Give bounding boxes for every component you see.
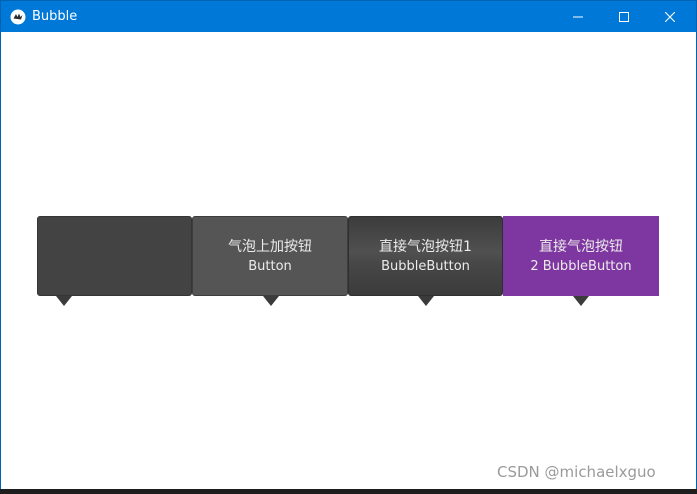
close-icon [665, 11, 675, 22]
bubble-3-arrow [418, 296, 434, 306]
window-content: 气泡上加按钮 Button 直接气泡按钮1 BubbleButton 直接气泡按… [1, 32, 696, 489]
app-window: Bubble 气泡上加按钮 Button 直接气泡按钮1 BubbleButto… [0, 0, 697, 490]
close-button[interactable] [647, 1, 693, 32]
maximize-button[interactable] [601, 1, 647, 32]
bubble-empty [37, 216, 192, 296]
bubble-3-line2: BubbleButton [381, 258, 470, 274]
bubble-3-line1: 直接气泡按钮1 [379, 238, 472, 255]
background-strip [0, 489, 697, 494]
bubble-2-line2: Button [248, 258, 292, 274]
bubble-with-button[interactable]: 气泡上加按钮 Button [192, 216, 348, 296]
window-title: Bubble [32, 9, 78, 24]
title-bar[interactable]: Bubble [1, 1, 696, 32]
bubble-button-2[interactable]: 直接气泡按钮 2 BubbleButton [503, 216, 659, 296]
minimize-button[interactable] [555, 1, 601, 32]
csdn-watermark: CSDN @michaelxguo [497, 463, 656, 481]
bubble-4-arrow [573, 296, 589, 306]
minimize-icon [573, 16, 583, 17]
maximize-icon [619, 11, 629, 22]
bubble-button-1[interactable]: 直接气泡按钮1 BubbleButton [348, 216, 503, 296]
kivy-logo-icon [10, 9, 26, 25]
bubble-2-line1: 气泡上加按钮 [228, 238, 312, 255]
bubble-1-arrow [56, 296, 72, 306]
bubble-2-arrow [263, 296, 279, 306]
bubble-4-line2: 2 BubbleButton [530, 258, 632, 274]
bubble-4-line1: 直接气泡按钮 [539, 238, 623, 255]
